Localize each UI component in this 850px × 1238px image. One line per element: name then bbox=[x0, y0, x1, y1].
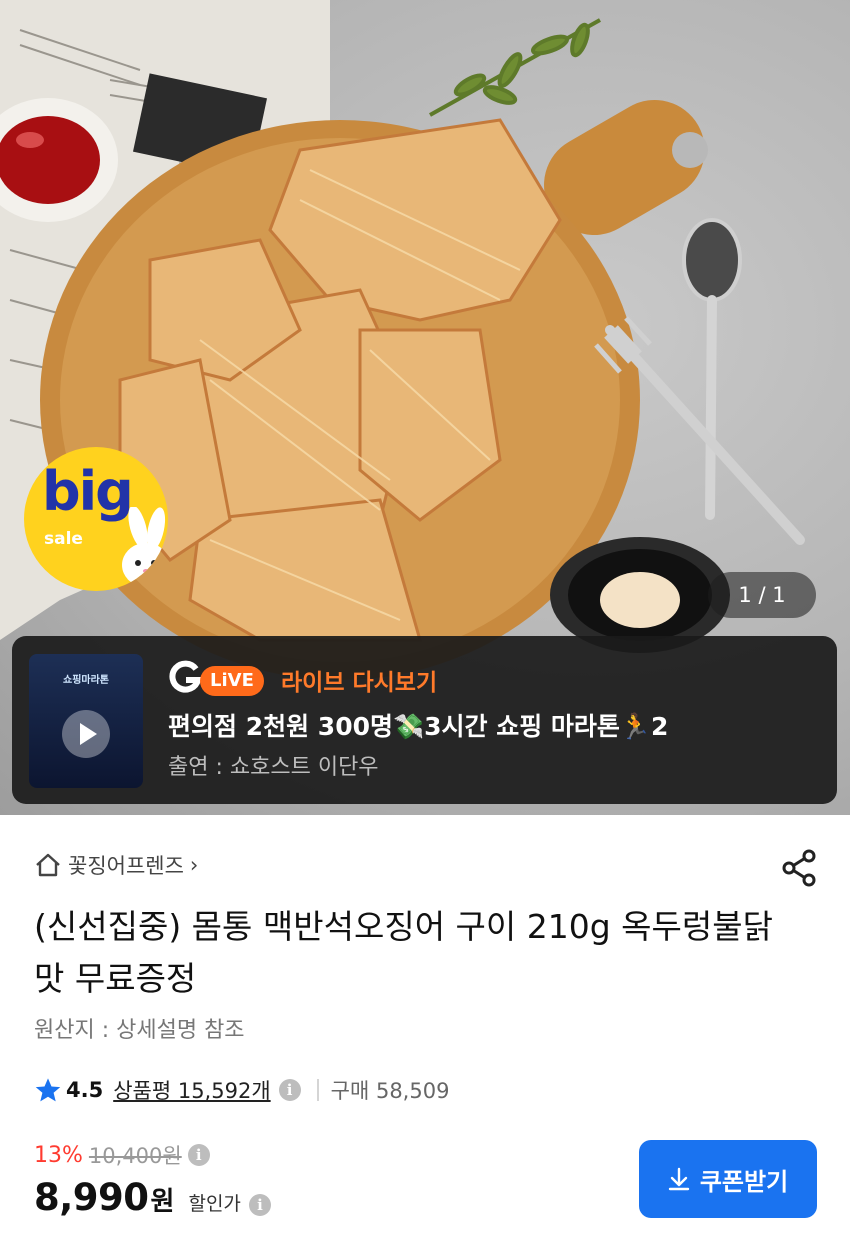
coupon-button[interactable]: 쿠폰받기 bbox=[639, 1140, 817, 1218]
purchase-count: 구매 58,509 bbox=[330, 1079, 450, 1103]
info-icon[interactable]: i bbox=[278, 1079, 301, 1101]
discount-rate: 13% bbox=[34, 1142, 83, 1168]
sale-price: 8,990 bbox=[34, 1176, 149, 1219]
store-breadcrumb[interactable]: 꽃징어프렌즈 › bbox=[34, 850, 198, 880]
divider bbox=[316, 1079, 319, 1101]
sale-text: sale bbox=[44, 529, 83, 549]
price-info-icon[interactable]: i bbox=[187, 1144, 210, 1166]
coupon-label: 쿠폰받기 bbox=[699, 1168, 789, 1196]
live-host: 출연 : 쇼호스트 이단우 bbox=[168, 755, 379, 780]
price-unit: 원 bbox=[150, 1187, 175, 1217]
discount-row: 13% 10,400원 i bbox=[34, 1140, 210, 1170]
thumbnail-title: 쇼핑마라톤 bbox=[63, 675, 109, 686]
sale-info-icon[interactable]: i bbox=[248, 1194, 271, 1216]
live-thumbnail[interactable]: 쇼핑마라톤 bbox=[29, 654, 143, 788]
live-pill: LiVE bbox=[200, 666, 264, 696]
rating-row: 4.5 상품평 15,592개 i 구매 58,509 bbox=[34, 1074, 449, 1106]
rating-score: 4.5 bbox=[66, 1078, 104, 1102]
home-icon bbox=[36, 853, 60, 877]
product-title: (신선집중) 몸통 맥반석오징어 구이 210g 옥두렁불닭맛 무료증정 bbox=[34, 907, 773, 998]
live-title[interactable]: 편의점 2천원 300명💸3시간 쇼핑 마라톤🏃2 bbox=[168, 707, 668, 743]
g-logo-icon bbox=[169, 660, 202, 693]
download-icon bbox=[668, 1167, 690, 1191]
share-icon[interactable] bbox=[780, 848, 818, 888]
product-image[interactable]: big sale 1 / 1 쇼핑마라톤 LiVE 라이브 다시보기 편의점 2… bbox=[0, 0, 850, 815]
live-replay-label[interactable]: 라이브 다시보기 bbox=[281, 663, 437, 697]
sale-price-label: 할인가 bbox=[188, 1193, 241, 1215]
big-sale-badge: big sale bbox=[24, 447, 168, 591]
chevron-right-icon: › bbox=[189, 853, 199, 877]
price-row: 8,990 원 할인가 i bbox=[34, 1176, 271, 1219]
origin-info: 원산지 : 상세설명 참조 bbox=[34, 1018, 245, 1043]
review-count-link[interactable]: 상품평 15,592개 bbox=[113, 1075, 270, 1105]
play-icon[interactable] bbox=[62, 710, 110, 758]
original-price: 10,400원 bbox=[88, 1144, 182, 1168]
image-counter: 1 / 1 bbox=[708, 572, 816, 618]
store-name[interactable]: 꽃징어프렌즈 bbox=[68, 850, 184, 880]
rabbit-icon bbox=[122, 507, 168, 587]
star-icon bbox=[35, 1078, 61, 1102]
